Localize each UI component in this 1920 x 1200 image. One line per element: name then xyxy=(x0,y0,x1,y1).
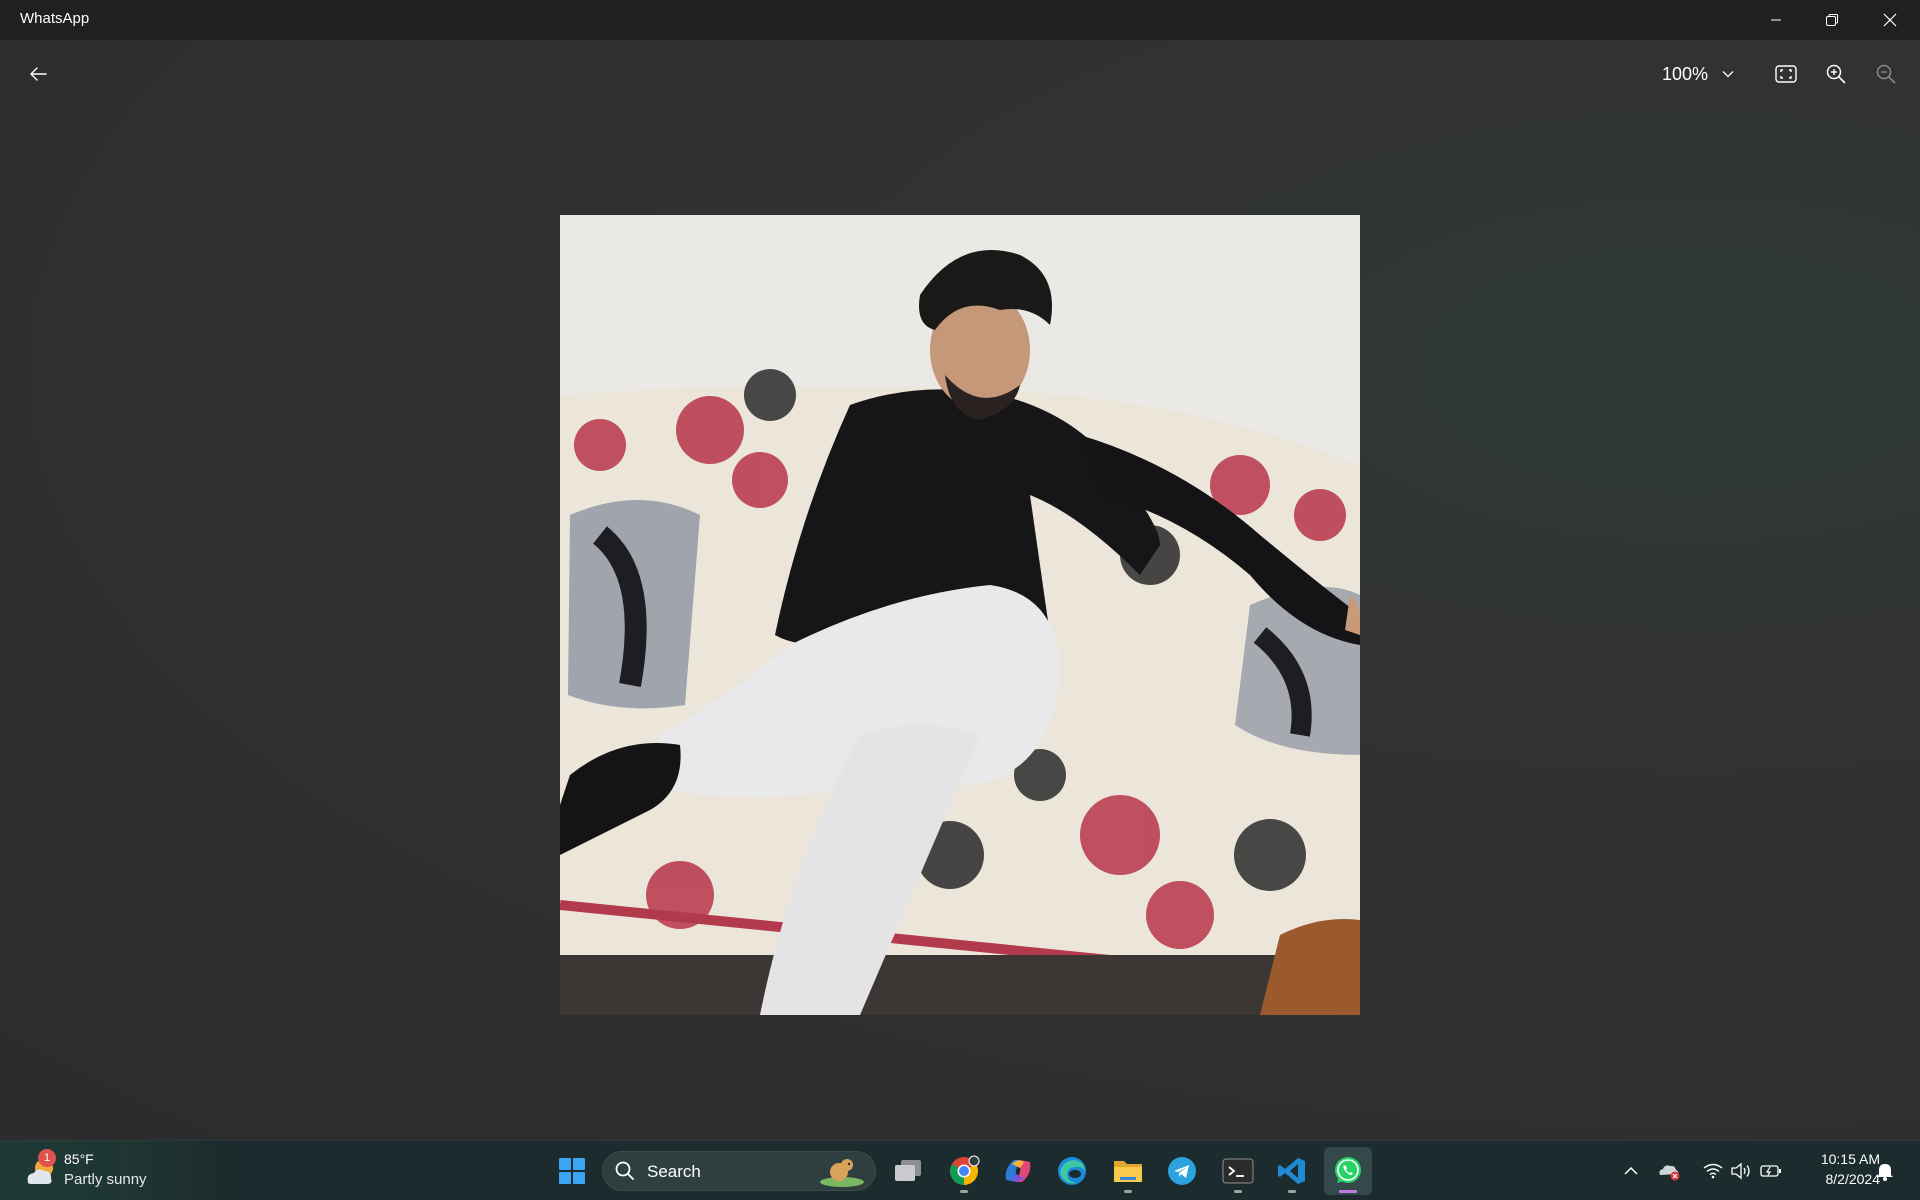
search-label: Search xyxy=(647,1162,701,1181)
vscode-icon xyxy=(1278,1158,1305,1184)
edge-icon xyxy=(1058,1157,1086,1185)
restore-icon xyxy=(1826,14,1838,26)
taskbar: 1 85°F Partly sunny Search 10:15 AM 8/2/… xyxy=(0,1140,1920,1200)
zoom-in-icon xyxy=(1826,64,1846,84)
onedrive-button[interactable] xyxy=(1656,1157,1682,1185)
edge-button[interactable] xyxy=(1048,1147,1096,1195)
zoom-level: 100% xyxy=(1662,63,1709,84)
start-button[interactable] xyxy=(548,1147,596,1195)
running-indicator xyxy=(1288,1190,1296,1193)
terminal-button[interactable] xyxy=(1214,1147,1262,1195)
search-icon xyxy=(615,1161,634,1180)
minimize-button[interactable] xyxy=(1748,0,1804,40)
volume-icon xyxy=(1731,1162,1750,1180)
clock-date: 8/2/2024 xyxy=(1825,1171,1881,1187)
vscode-button[interactable] xyxy=(1268,1147,1316,1195)
terminal-icon xyxy=(1222,1158,1254,1184)
photo xyxy=(560,215,1360,1015)
wifi-icon xyxy=(1703,1163,1723,1179)
zoom-out-button[interactable] xyxy=(1866,54,1906,94)
volume-button[interactable] xyxy=(1728,1157,1754,1185)
whatsapp-icon xyxy=(1335,1157,1361,1183)
bell-icon xyxy=(1877,1164,1893,1181)
file-explorer-button[interactable] xyxy=(1104,1147,1152,1195)
battery-button[interactable] xyxy=(1758,1157,1784,1185)
close-button[interactable] xyxy=(1862,0,1918,40)
start-icon xyxy=(559,1158,585,1184)
running-indicator xyxy=(1234,1190,1242,1193)
search-highlight-icon xyxy=(820,1159,864,1187)
active-indicator xyxy=(1339,1190,1357,1193)
system-clock[interactable]: 10:15 AM 8/2/2024 xyxy=(1790,1149,1880,1189)
running-indicator xyxy=(960,1190,968,1193)
telegram-icon xyxy=(1168,1157,1196,1185)
running-indicator xyxy=(1124,1190,1132,1193)
restore-button[interactable] xyxy=(1804,0,1860,40)
zoom-out-icon xyxy=(1876,64,1896,84)
clock-time: 10:15 AM xyxy=(1820,1151,1880,1167)
weather-condition: Partly sunny xyxy=(64,1171,147,1188)
fit-to-window-button[interactable] xyxy=(1766,54,1806,94)
copilot-icon xyxy=(1005,1160,1031,1182)
close-icon xyxy=(1883,13,1897,27)
chevron-down-icon xyxy=(1722,70,1734,78)
onedrive-error-icon xyxy=(1659,1165,1680,1181)
wifi-button[interactable] xyxy=(1700,1157,1726,1185)
fit-to-window-icon xyxy=(1775,65,1797,83)
chrome-icon xyxy=(950,1155,980,1185)
show-hidden-icons-button[interactable] xyxy=(1618,1157,1644,1185)
battery-icon xyxy=(1760,1165,1781,1177)
weather-widget[interactable]: 1 85°F Partly sunny xyxy=(0,1141,230,1200)
weather-temperature: 85°F xyxy=(64,1151,94,1167)
notifications-button[interactable] xyxy=(1872,1157,1898,1185)
task-view-button[interactable] xyxy=(884,1147,932,1195)
minimize-icon xyxy=(1771,19,1781,21)
whatsapp-button[interactable] xyxy=(1324,1147,1372,1195)
chrome-button[interactable] xyxy=(940,1147,988,1195)
back-button[interactable] xyxy=(18,54,58,94)
chevron-up-icon xyxy=(1624,1166,1638,1175)
title-bar: WhatsApp xyxy=(0,0,1920,40)
task-view-icon xyxy=(895,1160,921,1181)
back-arrow-icon xyxy=(30,67,47,81)
weather-badge: 1 xyxy=(38,1149,56,1167)
copilot-button[interactable] xyxy=(994,1147,1042,1195)
taskbar-search[interactable]: Search xyxy=(602,1151,876,1191)
app-title: WhatsApp xyxy=(20,10,90,27)
image-viewer: 100% xyxy=(0,40,1920,1140)
zoom-dropdown[interactable]: 100% xyxy=(1650,54,1740,94)
zoom-in-button[interactable] xyxy=(1816,54,1856,94)
telegram-button[interactable] xyxy=(1158,1147,1206,1195)
file-explorer-icon xyxy=(1114,1161,1142,1182)
